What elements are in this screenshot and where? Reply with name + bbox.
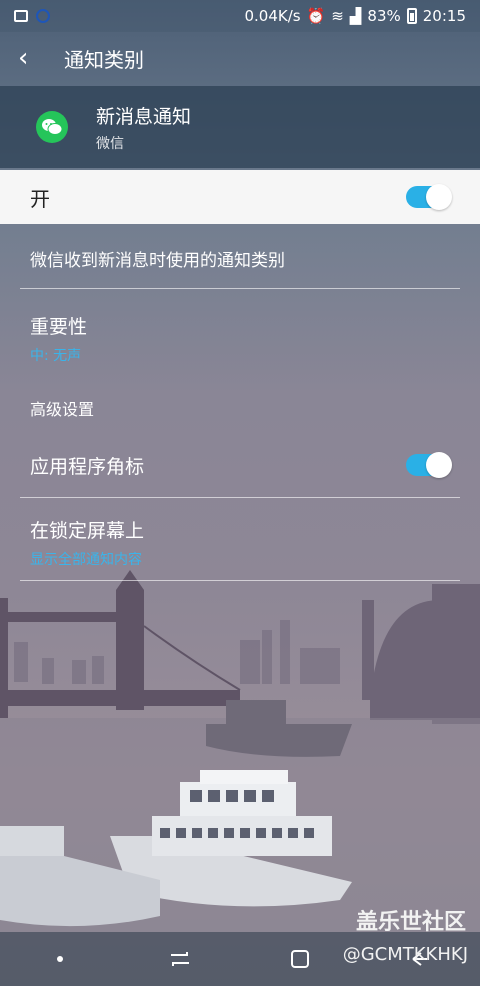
- wechat-logo-icon: [36, 111, 68, 143]
- app-text: 新消息通知 微信: [96, 102, 191, 153]
- watermark-title: 盖乐世社区: [355, 910, 466, 935]
- lock-screen-setting[interactable]: 在锁定屏幕上 显示全部通知内容: [30, 516, 450, 569]
- notification-channel-name: 新消息通知: [96, 105, 192, 128]
- importance-setting[interactable]: 重要性 中: 无声: [30, 312, 450, 365]
- alarm-icon: ⏰: [306, 7, 326, 25]
- category-description: 微信收到新消息时使用的通知类别: [30, 251, 285, 271]
- app-badge-toggle[interactable]: [406, 452, 452, 478]
- battery-icon: [406, 8, 417, 24]
- battery-percent: 83%: [367, 7, 401, 25]
- toggle-knob: [426, 184, 452, 210]
- importance-value: 中: 无声: [30, 348, 82, 364]
- page-title: 通知类别: [64, 47, 144, 72]
- master-toggle-switch[interactable]: [406, 184, 452, 210]
- app-notification-icon: [36, 9, 50, 23]
- status-left-icons: [14, 9, 50, 23]
- lock-screen-value: 显示全部通知内容: [30, 552, 142, 568]
- status-right-group: 0.04K/s ⏰ ≋ ▟ 83% 20:15: [245, 7, 467, 25]
- image-notification-icon: [14, 10, 28, 22]
- clock: 20:15: [422, 7, 466, 25]
- importance-title: 重要性: [30, 316, 88, 338]
- lock-screen-title: 在锁定屏幕上: [30, 520, 145, 542]
- status-bar: 0.04K/s ⏰ ≋ ▟ 83% 20:15: [0, 0, 480, 32]
- advanced-settings-header: 高级设置: [30, 400, 95, 419]
- app-badge-row[interactable]: 应用程序角标: [30, 450, 452, 480]
- app-badge-label: 应用程序角标: [30, 455, 145, 478]
- home-button-icon[interactable]: [287, 946, 313, 972]
- wifi-icon: ≋: [331, 7, 344, 25]
- divider: [20, 288, 460, 289]
- toggle-knob: [426, 452, 452, 478]
- signal-icon: ▟: [349, 7, 362, 25]
- master-toggle-label: 开: [30, 186, 50, 211]
- recent-apps-icon[interactable]: [167, 946, 193, 972]
- back-arrow-icon[interactable]: ‹: [18, 43, 48, 73]
- watermark-handle: @GCMTKKHKJ: [342, 944, 468, 965]
- network-speed: 0.04K/s: [244, 7, 301, 25]
- master-toggle-row[interactable]: 开: [0, 170, 480, 224]
- app-bar: ‹ 通知类别: [0, 32, 480, 84]
- app-info-row: 新消息通知 微信: [0, 86, 480, 168]
- divider: [20, 497, 460, 498]
- app-name: 微信: [96, 135, 124, 152]
- divider: [20, 580, 460, 581]
- dot-indicator-icon[interactable]: [47, 946, 73, 972]
